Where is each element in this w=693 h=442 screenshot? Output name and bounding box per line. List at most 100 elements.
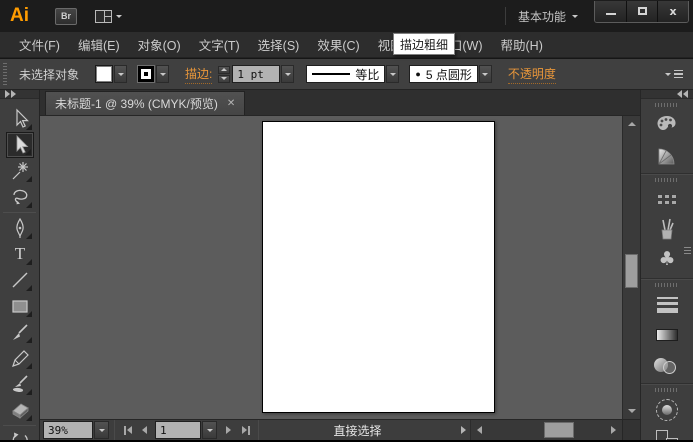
canvas[interactable] — [40, 116, 622, 419]
menu-edit[interactable]: 编辑(E) — [69, 35, 129, 54]
swatches-panel-icon — [657, 194, 677, 205]
eraser-tool[interactable] — [6, 397, 34, 423]
menu-help[interactable]: 帮助(H) — [492, 35, 552, 54]
panel-grip[interactable] — [3, 63, 7, 85]
maximize-icon — [637, 7, 647, 15]
document-area: 未标题-1 @ 39% (CMYK/预览) ✕ 39% 1 直接选择 — [40, 90, 640, 440]
stroke-weight-decrease-button[interactable] — [218, 74, 231, 83]
vertical-scroll-track[interactable] — [623, 132, 640, 403]
appearance-panel-button[interactable] — [645, 395, 689, 424]
maximize-button[interactable] — [626, 0, 657, 22]
rectangle-tool[interactable] — [6, 293, 34, 319]
vertical-scroll-thumb[interactable] — [625, 253, 638, 288]
stroke-color-swatch[interactable] — [137, 65, 156, 83]
magic-wand-tool[interactable] — [6, 158, 34, 184]
chevron-down-icon — [117, 72, 124, 76]
stroke-panel-button[interactable] — [645, 290, 689, 319]
dock-resize-grip[interactable] — [684, 247, 691, 254]
chevron-down-icon — [98, 428, 105, 432]
direct-selection-tool[interactable] — [6, 132, 34, 158]
minimize-icon — [605, 13, 616, 15]
brush-preview-dot: ● — [415, 69, 421, 79]
artboard-dropdown[interactable] — [202, 421, 217, 439]
divider — [504, 7, 506, 25]
scroll-right-button[interactable] — [605, 421, 622, 439]
arrange-documents-button[interactable] — [95, 9, 122, 23]
pen-tool[interactable] — [6, 215, 34, 241]
next-artboard-button[interactable] — [220, 421, 237, 439]
tools-panel-header[interactable] — [0, 90, 39, 99]
menu-object[interactable]: 对象(O) — [129, 35, 190, 54]
transparency-panel-button[interactable] — [645, 350, 689, 379]
scroll-down-button[interactable] — [623, 403, 640, 419]
width-profile-dropdown[interactable] — [386, 65, 400, 83]
stroke-color-dropdown[interactable] — [156, 65, 170, 83]
horizontal-scroll-thumb[interactable] — [544, 422, 575, 438]
tools-panel: T — [0, 90, 40, 440]
color-panel-icon — [657, 115, 676, 130]
last-icon — [247, 425, 250, 435]
gradient-panel-button[interactable] — [645, 320, 689, 349]
color-guide-panel-button[interactable] — [645, 140, 689, 169]
brushes-panel-icon — [661, 218, 674, 239]
brushes-panel-button[interactable] — [645, 215, 689, 244]
fill-color-swatch[interactable] — [95, 65, 114, 83]
close-button[interactable]: x — [657, 0, 688, 22]
previous-artboard-button[interactable] — [136, 421, 153, 439]
minimize-button[interactable] — [595, 0, 626, 22]
scroll-up-button[interactable] — [623, 116, 640, 132]
brush-definition-select[interactable]: ● 5 点圆形 — [409, 65, 478, 83]
vertical-scrollbar[interactable] — [622, 116, 640, 419]
control-panel-menu-button[interactable] — [665, 69, 683, 79]
rotate-tool[interactable] — [6, 428, 34, 440]
stroke-weight-dropdown[interactable] — [281, 65, 295, 83]
stroke-panel-link[interactable]: 描边: — [185, 65, 213, 84]
pencil-tool[interactable] — [6, 345, 34, 371]
scroll-left-button[interactable] — [471, 421, 488, 439]
arrow-right-icon — [241, 426, 247, 434]
bridge-button[interactable]: Br — [55, 7, 77, 25]
menu-type[interactable]: 文字(T) — [190, 35, 249, 54]
width-profile-select[interactable]: 等比 — [306, 65, 386, 83]
last-artboard-button[interactable] — [237, 421, 254, 439]
opacity-panel-link[interactable]: 不透明度 — [507, 65, 556, 84]
divider — [114, 420, 115, 440]
document-tab[interactable]: 未标题-1 @ 39% (CMYK/预览) ✕ — [45, 91, 246, 115]
stroke-weight-increase-button[interactable] — [218, 65, 231, 74]
pencil-tool-icon — [12, 350, 29, 367]
line-segment-tool[interactable] — [6, 267, 34, 293]
selection-tool[interactable] — [6, 106, 34, 132]
menu-select[interactable]: 选择(S) — [249, 35, 309, 54]
zoom-level-dropdown[interactable] — [94, 421, 109, 439]
status-bar-menu-button[interactable] — [456, 421, 470, 439]
width-profile-label: 等比 — [355, 67, 380, 82]
horizontal-scroll-track[interactable] — [488, 420, 605, 440]
tab-close-icon[interactable]: ✕ — [227, 98, 235, 109]
menu-file[interactable]: 文件(F) — [10, 35, 69, 54]
brush-definition-dropdown[interactable] — [478, 65, 492, 83]
panel-group-appearance — [641, 384, 693, 440]
lasso-tool[interactable] — [6, 184, 34, 210]
swatches-panel-button[interactable] — [645, 185, 689, 214]
blob-brush-tool[interactable] — [6, 371, 34, 397]
panel-grip[interactable] — [655, 103, 679, 107]
color-panel-button[interactable] — [645, 110, 689, 139]
horizontal-scrollbar[interactable] — [470, 420, 622, 440]
type-tool[interactable]: T — [6, 241, 34, 267]
stroke-weight-input[interactable]: 1 pt — [232, 65, 281, 83]
panel-grip[interactable] — [655, 178, 679, 182]
paintbrush-tool[interactable] — [6, 319, 34, 345]
panel-grip[interactable] — [655, 388, 679, 392]
artboard-number-input[interactable]: 1 — [155, 421, 201, 439]
right-dock-header[interactable] — [641, 90, 693, 99]
workspace-selector[interactable]: 基本功能 — [518, 8, 578, 25]
chevron-down-icon — [482, 72, 489, 76]
first-artboard-button[interactable] — [119, 421, 136, 439]
graphic-styles-panel-button[interactable] — [645, 425, 689, 440]
symbols-panel-button[interactable]: ♣ — [645, 245, 689, 274]
menu-effect[interactable]: 效果(C) — [308, 35, 368, 54]
artboard[interactable] — [262, 121, 495, 413]
panel-grip[interactable] — [655, 283, 679, 287]
fill-color-dropdown[interactable] — [114, 65, 128, 83]
zoom-level-input[interactable]: 39% — [43, 421, 93, 439]
